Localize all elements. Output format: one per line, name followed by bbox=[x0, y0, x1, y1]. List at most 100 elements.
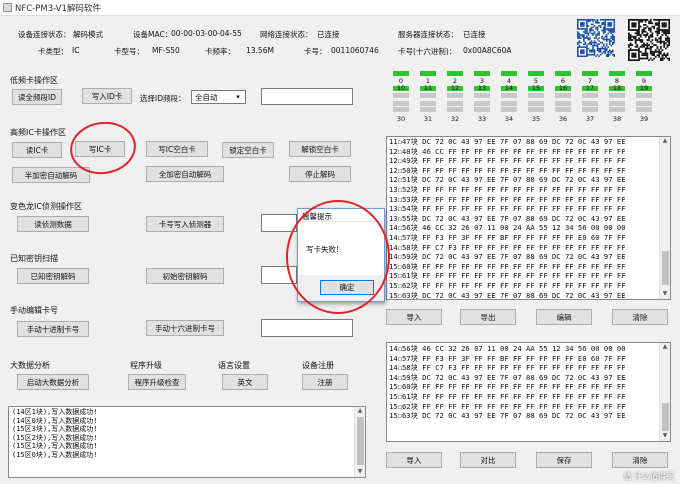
data-row[interactable]: 13☐54块 FF FF FF FF FF FF FF FF FF FF FF … bbox=[387, 204, 670, 214]
data-row[interactable]: 15☐63块 DC 72 0C 43 97 EE 7F 07 88 69 DC … bbox=[387, 411, 670, 421]
data-row[interactable]: 11☐47块 DC 72 0C 43 97 EE 7F 07 88 69 DC … bbox=[387, 137, 670, 147]
data-row[interactable]: 14☐57块 FF F3 FF 3F FF FF BF FF FF FF FF … bbox=[387, 233, 670, 243]
log-box[interactable]: (14区1块),写入数据成功! (14区0块),写入数据成功! (15区3块),写入… bbox=[8, 406, 366, 478]
write-ic-blank-card-button[interactable]: 写IC空白卡 bbox=[146, 141, 208, 157]
initial-key-decode-button[interactable]: 初始密钥解码 bbox=[146, 268, 224, 284]
data-row[interactable]: 14☐58块 FF C7 F3 FF FF FF FF FF FF FF FF … bbox=[387, 243, 670, 253]
data-row[interactable]: 15☐60块 FF FF FF FF FF FF FF FF FF FF FF … bbox=[387, 262, 670, 272]
sector-led bbox=[498, 100, 520, 113]
scroll-thumb[interactable] bbox=[357, 417, 364, 465]
scroll-down-icon[interactable]: ▼ bbox=[660, 432, 670, 441]
led-indicator bbox=[582, 107, 598, 112]
led-number: 37 bbox=[585, 115, 595, 123]
data-row[interactable]: 14☐56块 46 CC 32 26 07 11 00 24 AA 55 12 … bbox=[387, 344, 670, 354]
half-encrypt-decode-button[interactable]: 半加密自动解码 bbox=[12, 167, 90, 183]
sector-led: 35 bbox=[525, 115, 547, 123]
lock-blank-card-button[interactable]: 锁定空白卡 bbox=[222, 142, 274, 158]
write-id-card-button[interactable]: 写入ID卡 bbox=[82, 88, 132, 104]
sector-led: 15 bbox=[525, 84, 547, 99]
start-bigdata-button[interactable]: 启动大数据分析 bbox=[17, 374, 89, 390]
data-row[interactable]: 12☐51块 DC 72 0C 43 97 EE 7F 07 88 69 DC … bbox=[387, 175, 670, 185]
clear-button-top[interactable]: 清除 bbox=[612, 309, 668, 325]
english-button[interactable]: 英文 bbox=[222, 374, 268, 390]
data-row[interactable]: 15☐62块 FF FF FF FF FF FF FF FF FF FF FF … bbox=[387, 402, 670, 412]
data-row[interactable]: 12☐49块 FF FF FF FF FF FF FF FF FF FF FF … bbox=[387, 156, 670, 166]
data-row[interactable]: 15☐63块 DC 72 0C 43 97 EE 7F 07 88 69 DC … bbox=[387, 291, 670, 300]
scroll-down-icon[interactable]: ▼ bbox=[660, 290, 670, 299]
log-scrollbar[interactable]: ▲ ▼ bbox=[354, 407, 365, 477]
log-entry: (15区2块),写入数据成功! bbox=[12, 433, 98, 442]
stop-decode-button[interactable]: 停止解码 bbox=[289, 166, 351, 182]
scroll-thumb[interactable] bbox=[662, 251, 669, 285]
import-button-top[interactable]: 导入 bbox=[386, 309, 442, 325]
data-row[interactable]: 14☐59块 DC 72 0C 43 97 EE 7F 07 88 69 DC … bbox=[387, 252, 670, 262]
manual-hex-card-button[interactable]: 手动十六进制卡号 bbox=[146, 320, 224, 336]
freq-select[interactable]: 全自动 ▾ bbox=[191, 90, 246, 104]
status-value: 0011060746 bbox=[331, 46, 379, 55]
log-entry: (15区1块),写入数据成功! bbox=[12, 442, 98, 450]
led-indicator bbox=[474, 107, 490, 112]
sector-led: 36 bbox=[552, 115, 574, 123]
bottom-list-scrollbar[interactable]: ▲ ▼ bbox=[659, 343, 670, 441]
led-number: 18 bbox=[612, 84, 622, 92]
sector-led: 17 bbox=[579, 84, 601, 99]
import-button-bottom[interactable]: 导入 bbox=[386, 452, 442, 468]
led-number: 11 bbox=[423, 84, 433, 92]
chameleon-section-title: 变色龙IC侦测操作区 bbox=[10, 202, 82, 211]
scroll-up-icon[interactable]: ▲ bbox=[660, 137, 670, 146]
led-number: 19 bbox=[639, 84, 649, 92]
data-row[interactable]: 15☐61块 FF FF FF FF FF FF FF FF FF FF FF … bbox=[387, 271, 670, 281]
scroll-up-icon[interactable]: ▲ bbox=[660, 343, 670, 352]
read-detect-data-button[interactable]: 读侦测数据 bbox=[17, 216, 89, 232]
upgrade-check-button[interactable]: 程序升级检查 bbox=[128, 374, 186, 390]
led-indicator bbox=[420, 107, 436, 112]
known-key-decode-button[interactable]: 已知密钥解码 bbox=[17, 268, 89, 284]
register-button[interactable]: 注册 bbox=[302, 374, 348, 390]
manual-decimal-card-button[interactable]: 手动十进制卡号 bbox=[17, 321, 89, 337]
scroll-thumb[interactable] bbox=[662, 403, 669, 431]
data-row[interactable]: 15☐61块 FF FF FF FF FF FF FF FF FF FF FF … bbox=[387, 392, 670, 402]
data-row[interactable]: 12☐50块 FF FF FF FF FF FF FF FF FF FF FF … bbox=[387, 166, 670, 176]
title-bar: NFC-PM3-V1解码软件 bbox=[0, 0, 680, 16]
status-label: 设备连接状态： bbox=[18, 30, 71, 39]
status-label: 卡类型： bbox=[38, 47, 68, 56]
led-indicator bbox=[528, 93, 544, 98]
lf-id-input[interactable] bbox=[261, 88, 353, 105]
freq-select-value: 全自动 bbox=[195, 92, 218, 102]
scroll-down-icon[interactable]: ▼ bbox=[355, 468, 365, 477]
data-row[interactable]: 13☐55块 DC 72 0C 43 97 EE 7F 07 88 69 DC … bbox=[387, 214, 670, 224]
scroll-up-icon[interactable]: ▲ bbox=[355, 407, 365, 416]
clear-button-bottom[interactable]: 清除 bbox=[612, 452, 668, 468]
edit-button-top[interactable]: 编辑 bbox=[536, 309, 592, 325]
data-row[interactable]: 14☐56块 46 CC 32 26 07 11 00 24 AA 55 12 … bbox=[387, 223, 670, 233]
data-row[interactable]: 14☐58块 FF C7 F3 FF FF FF FF FF FF FF FF … bbox=[387, 363, 670, 373]
full-encrypt-decode-button[interactable]: 全加密自动解码 bbox=[146, 166, 224, 182]
read-ic-card-button[interactable]: 读IC卡 bbox=[12, 142, 62, 158]
data-row[interactable]: 13☐53块 FF FF FF FF FF FF FF FF FF FF FF … bbox=[387, 195, 670, 205]
data-row[interactable]: 13☐52块 FF FF FF FF FF FF FF FF FF FF FF … bbox=[387, 185, 670, 195]
card-data-list-bottom[interactable]: 14☐56块 46 CC 32 26 07 11 00 24 AA 55 12 … bbox=[386, 342, 671, 442]
log-entry: (14区1块),写入数据成功! bbox=[12, 408, 98, 416]
sector-led: 19 bbox=[633, 84, 655, 99]
led-number: 30 bbox=[396, 115, 406, 123]
status-value: 已连接 bbox=[463, 30, 486, 39]
led-indicator bbox=[555, 107, 571, 112]
data-row[interactable]: 14☐57块 FF F3 FF 3F FF FF BF FF FF FF FF … bbox=[387, 354, 670, 364]
export-button-top[interactable]: 导出 bbox=[460, 309, 516, 325]
led-indicator bbox=[420, 71, 436, 76]
manual-card-input[interactable] bbox=[261, 319, 353, 337]
read-all-freq-id-button[interactable]: 读全频段ID bbox=[12, 89, 62, 105]
led-indicator bbox=[474, 71, 490, 76]
sector-led bbox=[444, 100, 466, 113]
compare-button-bottom[interactable]: 对比 bbox=[460, 452, 516, 468]
data-row[interactable]: 12☐48块 46 CC FF FF FF FF FF FF FF FF FF … bbox=[387, 147, 670, 157]
data-row[interactable]: 14☐59块 DC 72 0C 43 97 EE 7F 07 88 69 DC … bbox=[387, 373, 670, 383]
unlock-blank-card-button[interactable]: 解锁空白卡 bbox=[289, 141, 351, 157]
top-list-scrollbar[interactable]: ▲ ▼ bbox=[659, 137, 670, 299]
data-row[interactable]: 15☐62块 FF FF FF FF FF FF FF FF FF FF FF … bbox=[387, 281, 670, 291]
led-indicator bbox=[447, 101, 463, 106]
save-button-bottom[interactable]: 保存 bbox=[536, 452, 592, 468]
card-data-list-top[interactable]: 11☐47块 DC 72 0C 43 97 EE 7F 07 88 69 DC … bbox=[386, 136, 671, 300]
card-write-detector-button[interactable]: 卡号写入侦测器 bbox=[146, 216, 224, 232]
data-row[interactable]: 15☐60块 FF FF FF FF FF FF FF FF FF FF FF … bbox=[387, 382, 670, 392]
